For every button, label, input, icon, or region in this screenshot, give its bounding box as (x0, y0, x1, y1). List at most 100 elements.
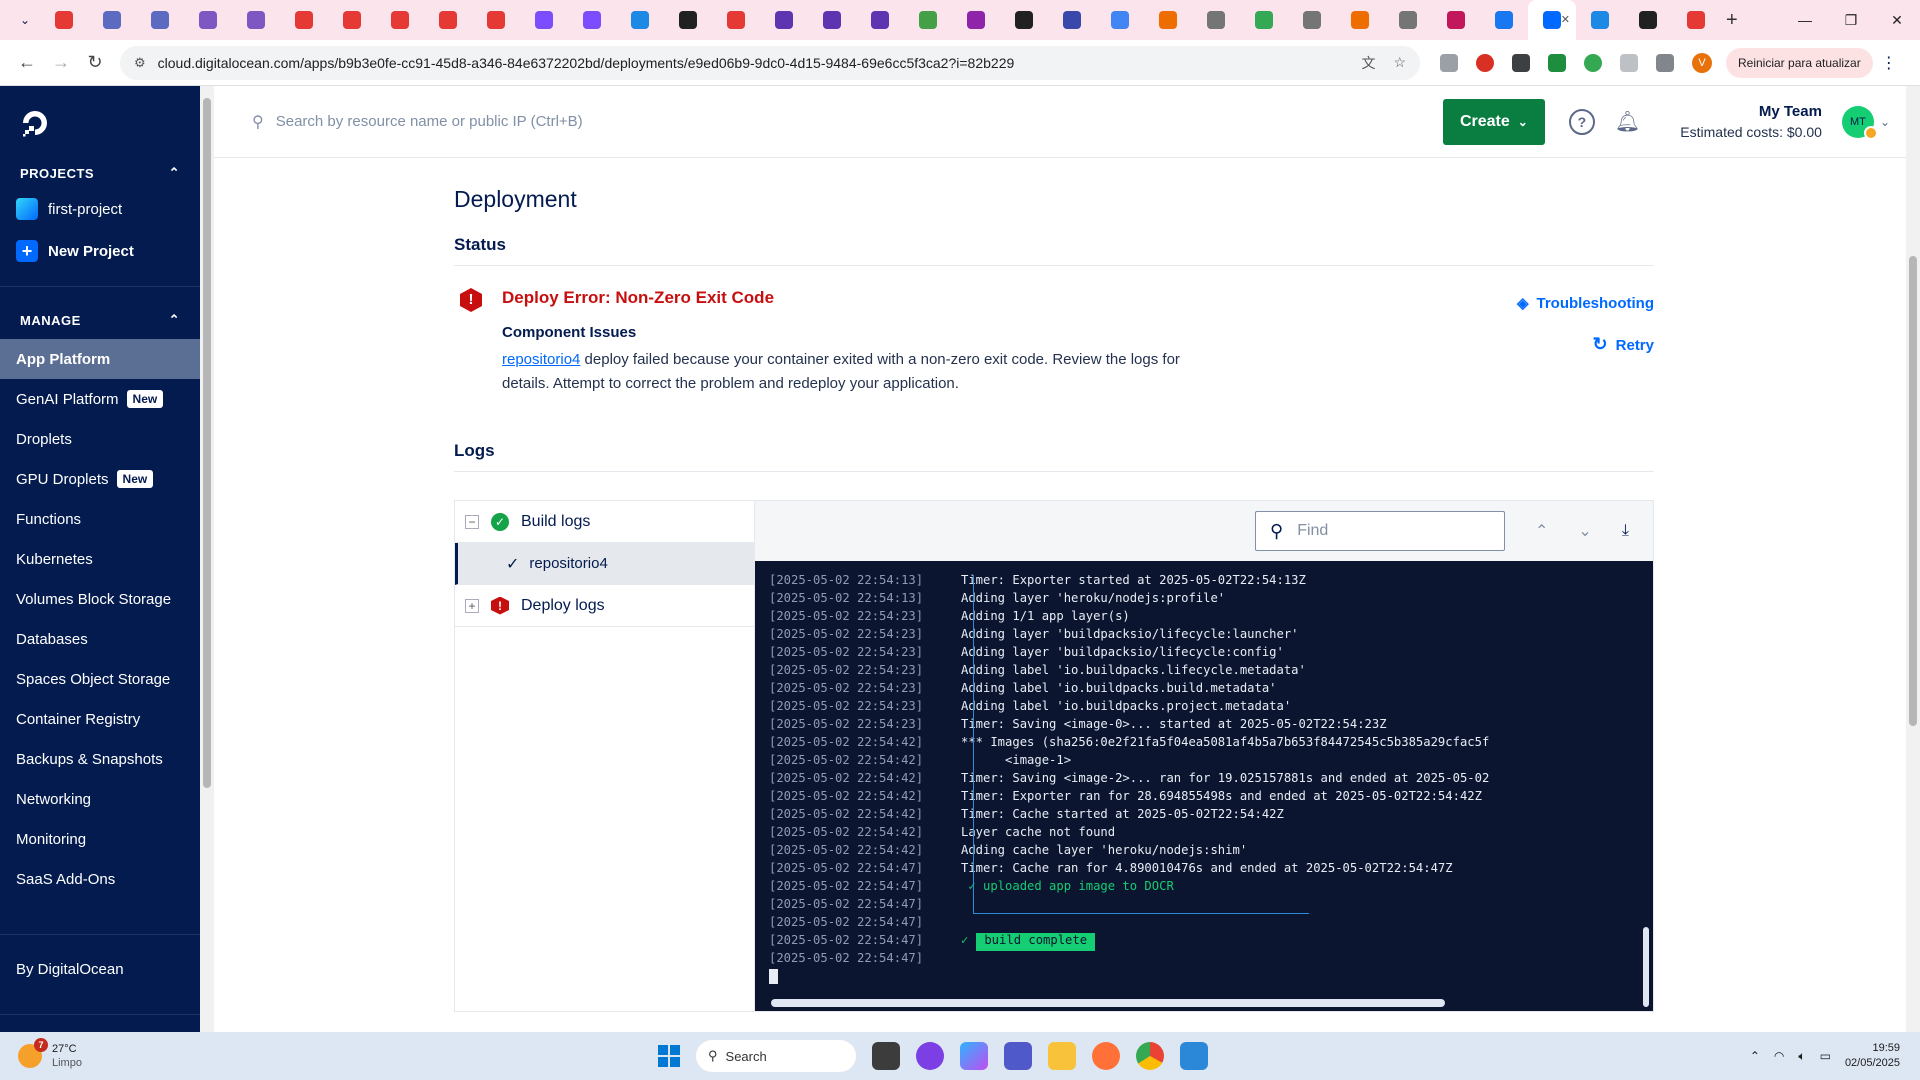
browser-tab[interactable]: ✕ (1528, 0, 1576, 40)
browser-tab[interactable] (760, 0, 808, 40)
forward-icon[interactable]: → (44, 52, 78, 73)
browser-tab[interactable] (1288, 0, 1336, 40)
back-icon[interactable]: ← (10, 52, 44, 73)
browser-tab[interactable] (1576, 0, 1624, 40)
copilot-app-icon[interactable] (916, 1042, 944, 1070)
sidebar-item-monitoring[interactable]: Monitoring (0, 819, 200, 859)
chrome-menu-icon[interactable]: ⋮ (1881, 53, 1897, 73)
address-bar[interactable]: ⚙ cloud.digitalocean.com/apps/b9b3e0fe-c… (120, 45, 1420, 80)
notepad-icon[interactable] (1180, 1042, 1208, 1070)
browser-tab[interactable] (712, 0, 760, 40)
update-chrome-button[interactable]: Reiniciar para atualizar (1726, 47, 1873, 78)
browser-tab[interactable] (664, 0, 712, 40)
browser-tab[interactable] (88, 0, 136, 40)
task-view-icon[interactable] (872, 1042, 900, 1070)
browser-tab[interactable] (232, 0, 280, 40)
log-terminal[interactable]: [2025-05-02 22:54:13] Timer: Exporter sta… (755, 561, 1653, 1011)
weather-widget[interactable]: 7 27°C Limpo (0, 1038, 200, 1070)
browser-tab[interactable] (1480, 0, 1528, 40)
find-input[interactable]: ⚲ Find (1255, 511, 1505, 551)
help-icon[interactable]: ? (1568, 108, 1595, 135)
chevron-down-icon[interactable]: ⌄ (1880, 115, 1890, 129)
sidebar-item-droplets[interactable]: Droplets (0, 419, 200, 459)
component-link[interactable]: repositorio4 (502, 351, 580, 368)
tab-search-icon[interactable]: ⌄ (10, 13, 40, 27)
page-scrollbar-thumb[interactable] (1909, 256, 1917, 726)
browser-tab[interactable] (1432, 0, 1480, 40)
collapse-icon[interactable]: − (465, 514, 479, 529)
browser-tab[interactable] (1384, 0, 1432, 40)
browser-tab[interactable] (808, 0, 856, 40)
create-button[interactable]: Create ⌄ (1442, 98, 1545, 145)
extension-icon[interactable] (1440, 53, 1458, 72)
restore-icon[interactable]: ❐ (1828, 0, 1874, 40)
close-tab-icon[interactable]: ✕ (1561, 13, 1570, 26)
next-match-icon[interactable]: ⌄ (1578, 521, 1591, 541)
deploy-logs-node[interactable]: + ! Deploy logs (455, 585, 754, 627)
record-extension-icon[interactable] (1476, 53, 1494, 72)
digitalocean-logo[interactable] (0, 86, 200, 158)
browser-tab[interactable] (1048, 0, 1096, 40)
team-avatar[interactable]: MT (1841, 105, 1878, 140)
browser-tab[interactable] (1000, 0, 1048, 40)
tray-chevron-icon[interactable]: ⌃ (1750, 1049, 1760, 1063)
clock[interactable]: 19:59 02/05/2025 (1845, 1041, 1900, 1071)
component-log-node[interactable]: ✓ repositorio4 (455, 543, 754, 585)
browser-tab[interactable] (952, 0, 1000, 40)
browser-tab[interactable] (616, 0, 664, 40)
profile-avatar[interactable]: V (1692, 52, 1712, 73)
new-project-button[interactable]: + New Project (0, 230, 200, 272)
site-info-icon[interactable]: ⚙ (134, 55, 146, 71)
volume-icon[interactable]: 🔈︎ (1798, 1049, 1805, 1064)
sidebar-item-genai-platform[interactable]: GenAI Platform New (0, 379, 200, 419)
browser-tab[interactable] (328, 0, 376, 40)
chrome-icon[interactable] (1136, 1042, 1164, 1070)
browser-tab[interactable] (1144, 0, 1192, 40)
expand-icon[interactable]: + (465, 598, 479, 613)
sidebar-item-app-platform[interactable]: App Platform (0, 339, 200, 379)
download-extension-icon[interactable] (1584, 53, 1602, 72)
browser-tab[interactable] (376, 0, 424, 40)
close-window-icon[interactable]: ✕ (1874, 0, 1920, 40)
flag-extension-icon[interactable] (1548, 53, 1566, 72)
browser-tab[interactable] (1336, 0, 1384, 40)
browser-tab[interactable] (184, 0, 232, 40)
windows-start-icon[interactable] (658, 1045, 680, 1067)
browser-tab[interactable] (1192, 0, 1240, 40)
sidebar-item-networking[interactable]: Networking (0, 779, 200, 819)
screen-extension-icon[interactable] (1512, 53, 1530, 72)
copilot-icon[interactable] (960, 1042, 988, 1070)
notifications-bell-icon[interactable]: 🔔︎ (1615, 109, 1640, 134)
browser-tab[interactable] (136, 0, 184, 40)
sidebar-item-spaces-object-storage[interactable]: Spaces Object Storage (0, 659, 200, 699)
projects-section-header[interactable]: PROJECTS ⌃ (0, 158, 200, 188)
sidebar-item-databases[interactable]: Databases (0, 619, 200, 659)
log-vertical-scrollbar[interactable] (1643, 927, 1649, 1007)
download-logs-icon[interactable]: ⤓ (1622, 522, 1629, 540)
browser-tab[interactable] (472, 0, 520, 40)
bookmark-star-icon[interactable]: ☆ (1393, 54, 1406, 71)
sidebar-item-kubernetes[interactable]: Kubernetes (0, 539, 200, 579)
minimize-icon[interactable]: — (1782, 0, 1828, 40)
sidebar-item-container-registry[interactable]: Container Registry (0, 699, 200, 739)
extensions-menu-icon[interactable] (1656, 53, 1674, 72)
new-tab-button[interactable]: + (1726, 9, 1738, 32)
sidebar-item-saas-add-ons[interactable]: SaaS Add-Ons (0, 859, 200, 899)
sidebar-item-by-digitalocean[interactable]: By DigitalOcean (16, 961, 124, 978)
manage-section-header[interactable]: MANAGE ⌃ (0, 305, 200, 335)
browser-tab[interactable] (1624, 0, 1672, 40)
file-explorer-icon[interactable] (1048, 1042, 1076, 1070)
browser-tab[interactable] (904, 0, 952, 40)
browser-tab[interactable] (520, 0, 568, 40)
puzzle-extension-icon[interactable] (1620, 53, 1638, 72)
teams-icon[interactable] (1004, 1042, 1032, 1070)
team-info[interactable]: My Team Estimated costs: $0.00 (1680, 103, 1822, 140)
reload-icon[interactable]: ↻ (78, 52, 112, 73)
resource-search-input[interactable]: Search by resource name or public IP (Ct… (276, 113, 1443, 130)
browser-tab[interactable] (1240, 0, 1288, 40)
browser-tab[interactable] (40, 0, 88, 40)
sidebar-project-first-project[interactable]: first-project (0, 188, 200, 230)
sidebar-item-functions[interactable]: Functions (0, 499, 200, 539)
browser-tab[interactable] (424, 0, 472, 40)
browser-tab[interactable] (280, 0, 328, 40)
